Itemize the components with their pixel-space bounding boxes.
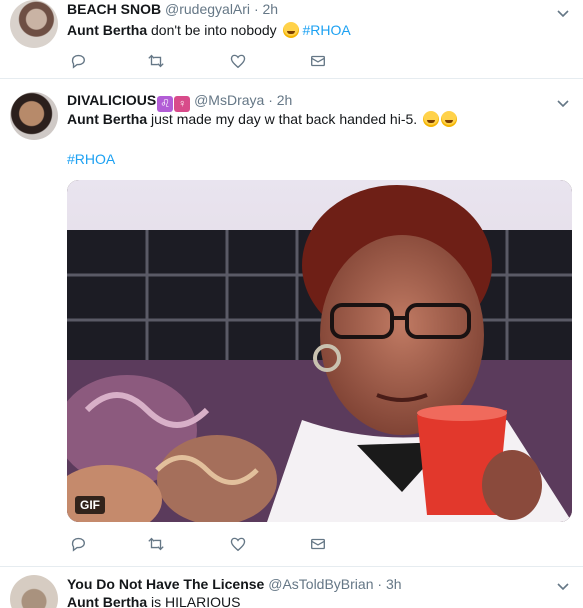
retweet-button[interactable] [147,535,167,555]
envelope-icon [311,538,325,550]
mention-name: Aunt Bertha [67,22,148,38]
tweet-actions [67,52,347,72]
reply-icon [71,537,85,552]
tweet-text-body: just made my day w that back handed hi-5… [147,111,418,127]
direct-message-button[interactable] [309,52,329,72]
gif-badge: GIF [75,496,105,514]
mention-name: Aunt Bertha [67,594,148,608]
display-name[interactable]: DIVALICIOUS [67,92,156,108]
direct-message-button[interactable] [309,535,329,555]
reply-icon [71,54,85,69]
tweet-text-body: don't be into nobody [147,22,277,38]
laughing-emoji-icon [441,111,458,127]
tweet-hashtag-line: #RHOA [67,149,115,169]
laughing-emoji-icon [423,111,440,127]
display-name[interactable]: BEACH SNOB [67,1,161,17]
retweet-button[interactable] [147,52,167,72]
tweet-header: You Do Not Have The License @AsToldByBri… [67,575,402,593]
chevron-down-icon [557,10,569,18]
tweet-menu-chevron[interactable] [557,96,569,108]
tweet-actions [67,535,347,555]
tweet-header: BEACH SNOB @rudegyalAri · 2h [67,0,278,18]
user-handle[interactable]: @rudegyalAri [165,1,250,17]
gif-media[interactable]: GIF [67,180,572,522]
gif-preview-image [67,180,572,522]
timestamp[interactable]: · 2h [268,92,292,108]
tweet[interactable]: DIVALICIOUS ♌ ♀ @MsDraya · 2h Aunt Bertha … [0,80,583,567]
tweet-menu-chevron[interactable] [557,6,569,18]
chevron-down-icon [557,583,569,591]
envelope-icon [311,55,325,67]
tweet-text: Aunt Bertha is HILARIOUS [67,592,240,608]
mention-name: Aunt Bertha [67,111,148,127]
retweet-icon [148,537,164,551]
reply-button[interactable] [69,535,89,555]
timestamp[interactable]: · 2h [254,1,278,17]
avatar[interactable] [10,0,58,48]
avatar[interactable] [10,575,58,608]
hashtag-link[interactable]: #RHOA [302,22,350,38]
user-handle[interactable]: @AsToldByBrian [268,576,373,592]
tweet[interactable]: BEACH SNOB @rudegyalAri · 2h Aunt Bertha… [0,0,583,79]
chevron-down-icon [557,100,569,108]
timestamp[interactable]: · 3h [377,576,401,592]
tweet-text: Aunt Bertha don't be into nobody #RHOA [67,20,351,40]
hashtag-link[interactable]: #RHOA [67,151,115,167]
avatar[interactable] [10,92,58,140]
like-button[interactable] [229,52,249,72]
retweet-icon [148,54,164,68]
laughing-emoji-icon [282,22,299,38]
heart-icon [230,54,246,69]
heart-icon [230,537,246,552]
tweet[interactable]: You Do Not Have The License @AsToldByBri… [0,567,583,608]
like-button[interactable] [229,535,249,555]
reply-button[interactable] [69,52,89,72]
tweet-text: Aunt Bertha just made my day w that back… [67,109,458,129]
display-name[interactable]: You Do Not Have The License [67,576,264,592]
tweet-text-body: is HILARIOUS [147,594,241,608]
user-handle[interactable]: @MsDraya [194,92,264,108]
tweet-menu-chevron[interactable] [557,579,569,591]
